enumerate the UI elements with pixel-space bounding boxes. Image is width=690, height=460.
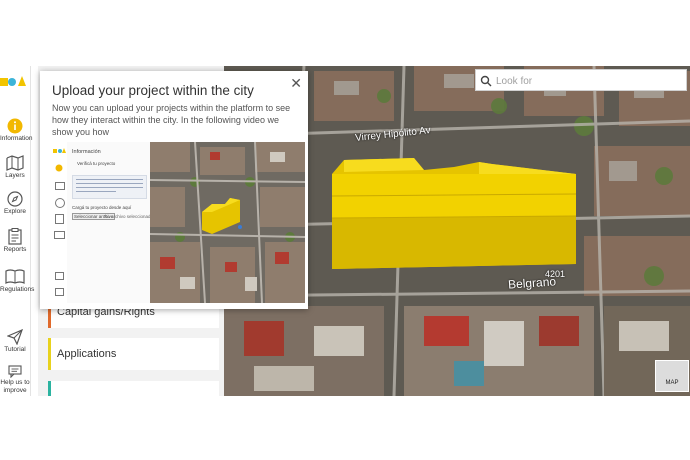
tutorial-video[interactable]: Información Verificá tu proyecto Cargá t… [51, 142, 305, 303]
video-nav-icon [55, 198, 65, 208]
map-type-toggle[interactable]: MAP [655, 360, 689, 392]
video-nav-icon [55, 182, 65, 190]
sidebar-item-feedback[interactable]: Help us to improve [0, 365, 30, 395]
search-input[interactable] [494, 72, 678, 90]
app-logo [0, 76, 26, 86]
sidebar-item-tutorial[interactable]: Tutorial [0, 329, 30, 354]
sidebar-item-reports[interactable]: Reports [0, 228, 30, 254]
sidebar-item-explore[interactable]: Explore [0, 191, 30, 216]
sidebar-item-label: Reports [3, 246, 27, 253]
video-upload-label: Cargá tu proyecto desde aquí [72, 205, 132, 210]
book-icon [5, 269, 25, 284]
modal-title: Upload your project within the city [52, 83, 254, 98]
video-panel-title: Información [72, 149, 101, 155]
sidebar-item-information[interactable]: Information [0, 118, 33, 143]
sidebar-item-label: Information [0, 135, 33, 142]
clipboard-icon [8, 228, 22, 245]
app-frame: Virrey Hipólito Av 4201 Belgrano MAP Cap… [0, 66, 690, 396]
modal-description: Now you can upload your projects within … [52, 103, 291, 137]
section-next[interactable] [48, 381, 219, 396]
sidebar-item-label: Layers [5, 172, 25, 179]
sidebar-item-regulations[interactable]: Regulations [0, 269, 35, 294]
sidebar: Information Layers Explore Reports Regul… [0, 66, 35, 396]
search-icon [480, 75, 492, 87]
sidebar-item-label: Help us to improve [0, 379, 30, 394]
video-back-label: Verificá tu proyecto [77, 161, 116, 166]
sidebar-item-label: Regulations [0, 286, 35, 293]
video-map-imagery [150, 142, 305, 303]
close-icon[interactable]: ✕ [290, 75, 302, 92]
upload-project-modal: ✕ Upload your project within the city No… [40, 71, 308, 309]
compass-icon [7, 191, 23, 207]
sidebar-item-layers[interactable]: Layers [0, 155, 30, 180]
video-map [150, 142, 305, 303]
video-nav-icon [55, 288, 64, 296]
project-building[interactable] [331, 158, 577, 269]
send-icon [7, 329, 23, 345]
sidebar-item-label: Tutorial [4, 346, 26, 353]
video-sidebar [51, 142, 68, 303]
chat-icon [8, 365, 22, 378]
video-nav-icon [54, 231, 65, 239]
video-nav-icon [55, 214, 64, 224]
video-logo [53, 148, 66, 153]
map-icon [6, 155, 24, 171]
search-box[interactable] [475, 69, 687, 91]
info-icon [7, 118, 23, 134]
video-info-panel: Información Verificá tu proyecto Cargá t… [67, 142, 154, 303]
video-notice-box [72, 175, 147, 199]
video-nav-icon [55, 272, 64, 280]
video-no-file-text: No archivo seleccionado [104, 214, 154, 219]
sidebar-item-label: Explore [3, 208, 27, 215]
video-info-icon [55, 164, 63, 172]
section-applications[interactable]: Applications [48, 338, 219, 370]
